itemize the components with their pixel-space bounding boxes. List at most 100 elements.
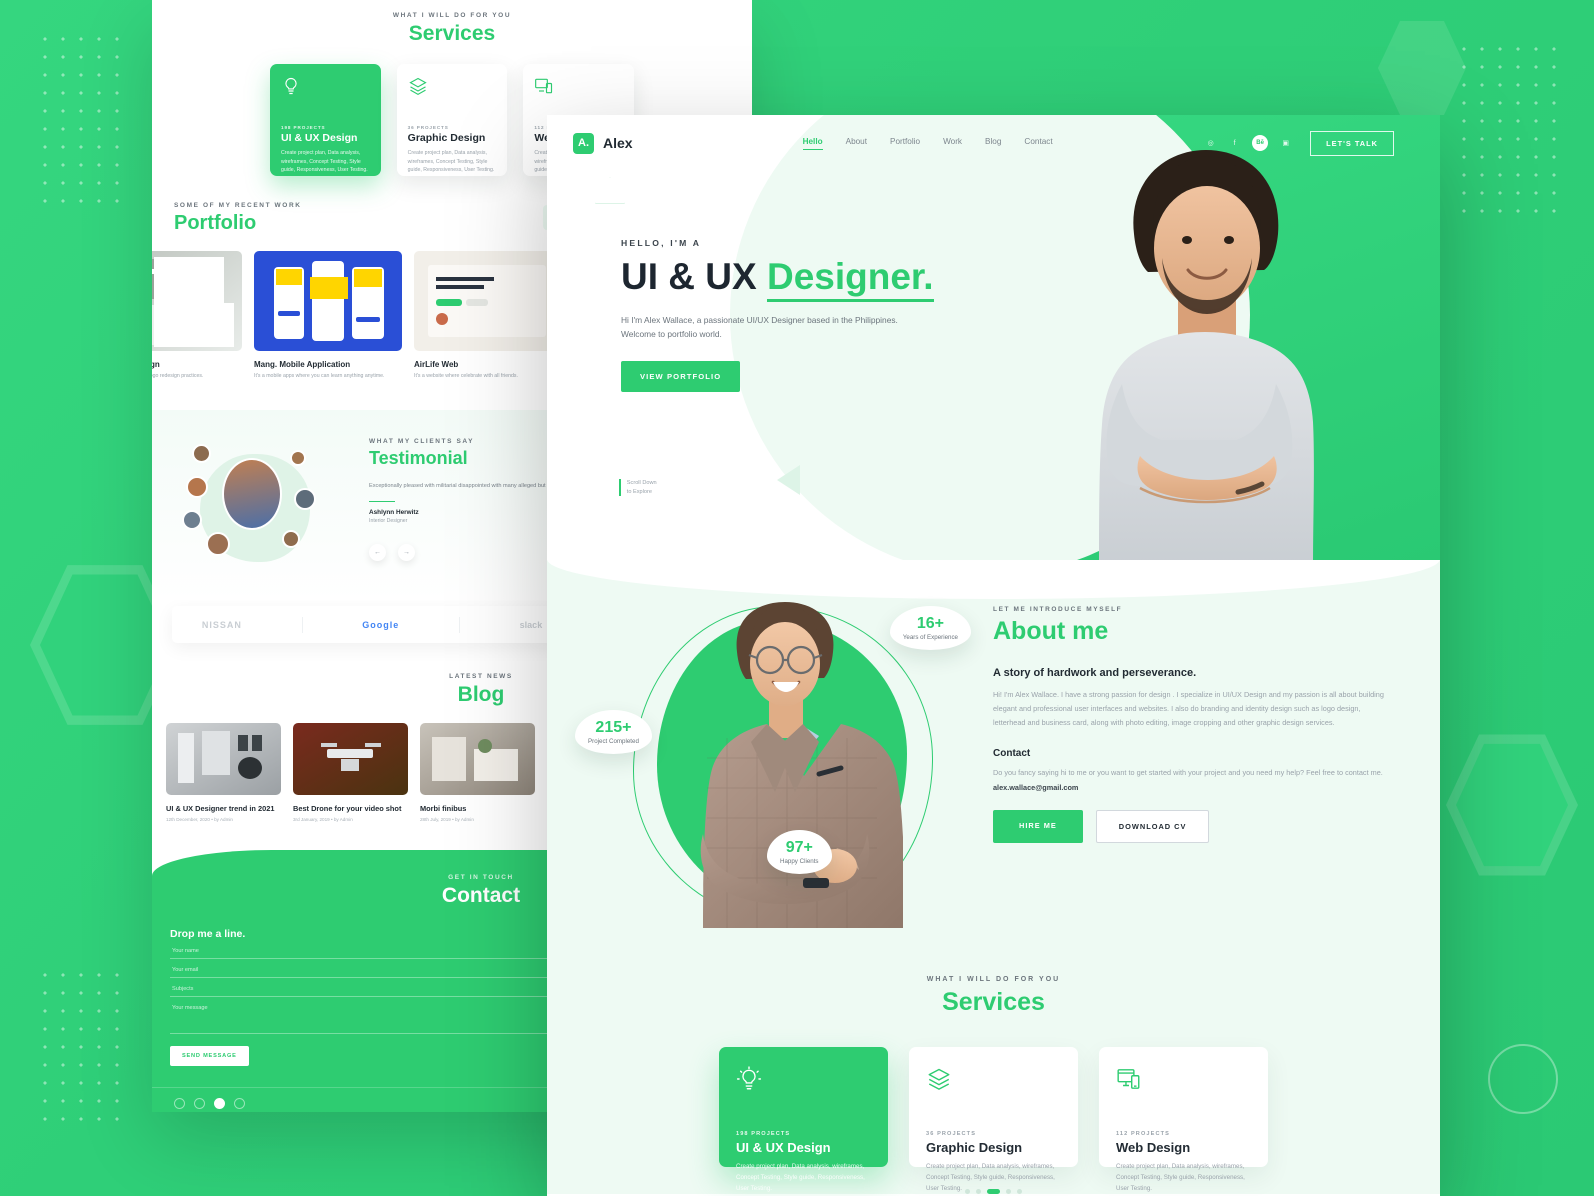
hero-section: A. Alex Hello About Portfolio Work Blog … [547,115,1440,560]
blog-post[interactable]: Morbi finibus 28th July, 2019 • by Admin [420,723,535,822]
portfolio-item-desc: It's a mobile apps where you can learn a… [254,373,385,379]
nav-item-about[interactable]: About [846,137,867,150]
about-section: 16+ Years of Experience 215+ Project Com… [547,560,1440,952]
contact-form: Drop me a line. Your name Your email Sub… [170,928,566,1067]
carousel-dot-active[interactable] [987,1189,1000,1194]
send-message-button[interactable]: SEND MESSAGE [170,1046,249,1067]
contact-name-input[interactable]: Your name [170,940,566,960]
testimonial-avatar-cluster [172,432,357,582]
hire-me-button[interactable]: HIRE ME [993,809,1083,843]
blog-post-title: Morbi finibus [420,804,467,814]
back-service-count: 36 PROJECTS [407,125,449,130]
service-name: Graphic Design [926,1140,1023,1155]
nav-item-portfolio[interactable]: Portfolio [890,137,920,150]
back-portfolio-label: SOME OF MY RECENT WORK [174,202,302,209]
portfolio-item[interactable]: AirLife Web It's a website where celebra… [414,251,562,380]
behance-icon[interactable]: Bē [1252,135,1269,151]
nav-item-blog[interactable]: Blog [985,137,1001,150]
lightbulb-icon [285,77,297,95]
blog-post-meta: 12th December, 2020 • by Admin [166,817,233,823]
green-panel-top [752,0,1594,120]
service-card-graphic[interactable]: 36 PROJECTS Graphic Design Create projec… [909,1047,1078,1192]
back-services-label: WHAT I WILL DO FOR YOU [392,12,512,19]
stat-label: Happy Clients [780,858,819,865]
back-portfolio-title: Portfolio [174,212,257,234]
instagram-icon[interactable] [234,1098,245,1110]
about-contact-email[interactable]: alex.wallace@gmail.com [993,783,1394,792]
footer-social-icons [174,1098,245,1110]
services-title: Services [942,988,1045,1016]
portfolio-item[interactable]: Mang. Mobile Application It's a mobile a… [254,251,402,380]
layers-icon [408,77,427,96]
stat-value: 215+ [595,719,632,736]
avatar [222,458,282,531]
stat-label: Years of Experience [902,634,958,641]
back-service-desc: Create project plan, Data analysis, wire… [281,150,368,174]
nav-item-hello[interactable]: Hello [802,137,823,150]
service-count: 198 PROJECTS [736,1131,791,1137]
dribbble-icon[interactable]: ◎ [1204,137,1217,150]
dribbble-icon[interactable] [174,1098,185,1110]
brand-logo[interactable]: A. Alex [573,132,633,154]
avatar [290,450,306,467]
scroll-accent-bar [619,479,621,497]
blog-thumbnail-desk [166,723,281,796]
contact-subject-input[interactable]: Subjects [170,978,566,998]
scroll-line-2: to Explore [626,488,652,495]
view-portfolio-button[interactable]: VIEW PORTFOLIO [621,361,741,393]
instagram-icon[interactable]: ▣ [1279,137,1292,150]
portfolio-thumbnail-box-logo [152,251,242,351]
service-desc: Create project plan, Data analysis, wire… [736,1163,865,1192]
devices-icon [535,78,553,94]
stat-projects-completed: 215+ Project Completed [575,710,652,754]
stat-value: 97+ [785,839,813,856]
hero-title: UI & UX Designer. [621,256,961,302]
hero-title-main: UI & UX [621,256,767,297]
facebook-icon[interactable]: f [1228,137,1241,150]
about-heading: A story of hardwork and perseverance. [993,667,1197,679]
divider [369,500,395,503]
services-section: WHAT I WILL DO FOR YOU Services 198 PROJ… [547,952,1440,1194]
testimonial-prev-button[interactable]: ← [369,544,386,562]
about-buttons: HIRE ME DOWNLOAD CV [993,809,1394,843]
contact-message-input[interactable]: Your message [170,997,566,1035]
services-label: WHAT I WILL DO FOR YOU [926,976,1061,983]
nav-item-contact[interactable]: Contact [1024,137,1052,150]
back-service-name: Graphic Design [407,132,486,144]
blog-post[interactable]: Best Drone for your video shot 3rd Janua… [293,723,408,822]
lets-talk-button[interactable]: LET'S TALK [1310,130,1394,156]
main-navbar: A. Alex Hello About Portfolio Work Blog … [547,115,1440,171]
carousel-dot[interactable] [965,1189,970,1194]
primary-page-preview: A. Alex Hello About Portfolio Work Blog … [547,115,1440,1196]
back-service-card-uiux[interactable]: 198 PROJECTS UI & UX Design Create proje… [270,64,381,176]
testimonial-next-button[interactable]: → [398,544,415,562]
hero-copy: HELLO, I'M A UI & UX Designer. Hi I'm Al… [621,238,961,393]
carousel-dot[interactable] [976,1189,981,1194]
behance-icon[interactable] [214,1098,225,1110]
nav-item-work[interactable]: Work [943,137,962,150]
back-service-desc: Create project plan, Data analysis, wire… [407,150,495,174]
scroll-down-indicator[interactable]: Scroll Down to Explore [619,479,657,497]
facebook-icon[interactable] [194,1098,205,1110]
back-service-card-graphic[interactable]: 36 PROJECTS Graphic Design Create projec… [396,64,508,176]
blog-post-meta: 28th July, 2019 • by Admin [420,817,474,823]
service-count: 112 PROJECTS [1116,1131,1170,1137]
client-logo-nissan: NISSAN [201,619,242,630]
back-service-count: 198 PROJECTS [281,125,326,130]
carousel-dot[interactable] [1017,1189,1022,1194]
stat-value: 16+ [916,615,944,632]
service-card-web[interactable]: 112 PROJECTS Web Design Create project p… [1099,1047,1268,1192]
download-cv-button[interactable]: DOWNLOAD CV [1095,809,1210,843]
blog-post[interactable]: UI & UX Designer trend in 2021 12th Dece… [166,723,281,822]
contact-email-input[interactable]: Your email [170,959,566,979]
about-title: About me [993,617,1109,645]
portfolio-item[interactable]: Box Logo Design It's a marketing agency … [152,251,242,380]
client-logo-google: Google [362,619,400,630]
carousel-dot[interactable] [1006,1189,1011,1194]
hero-eyebrow: HELLO, I'M A [621,238,702,248]
triangle-decor-icon [777,465,800,495]
service-card-uiux[interactable]: 198 PROJECTS UI & UX Design Create proje… [719,1047,888,1192]
avatar [282,530,300,549]
stat-happy-clients: 97+ Happy Clients [767,830,832,874]
dot-pattern-bottom-left [36,966,132,1126]
